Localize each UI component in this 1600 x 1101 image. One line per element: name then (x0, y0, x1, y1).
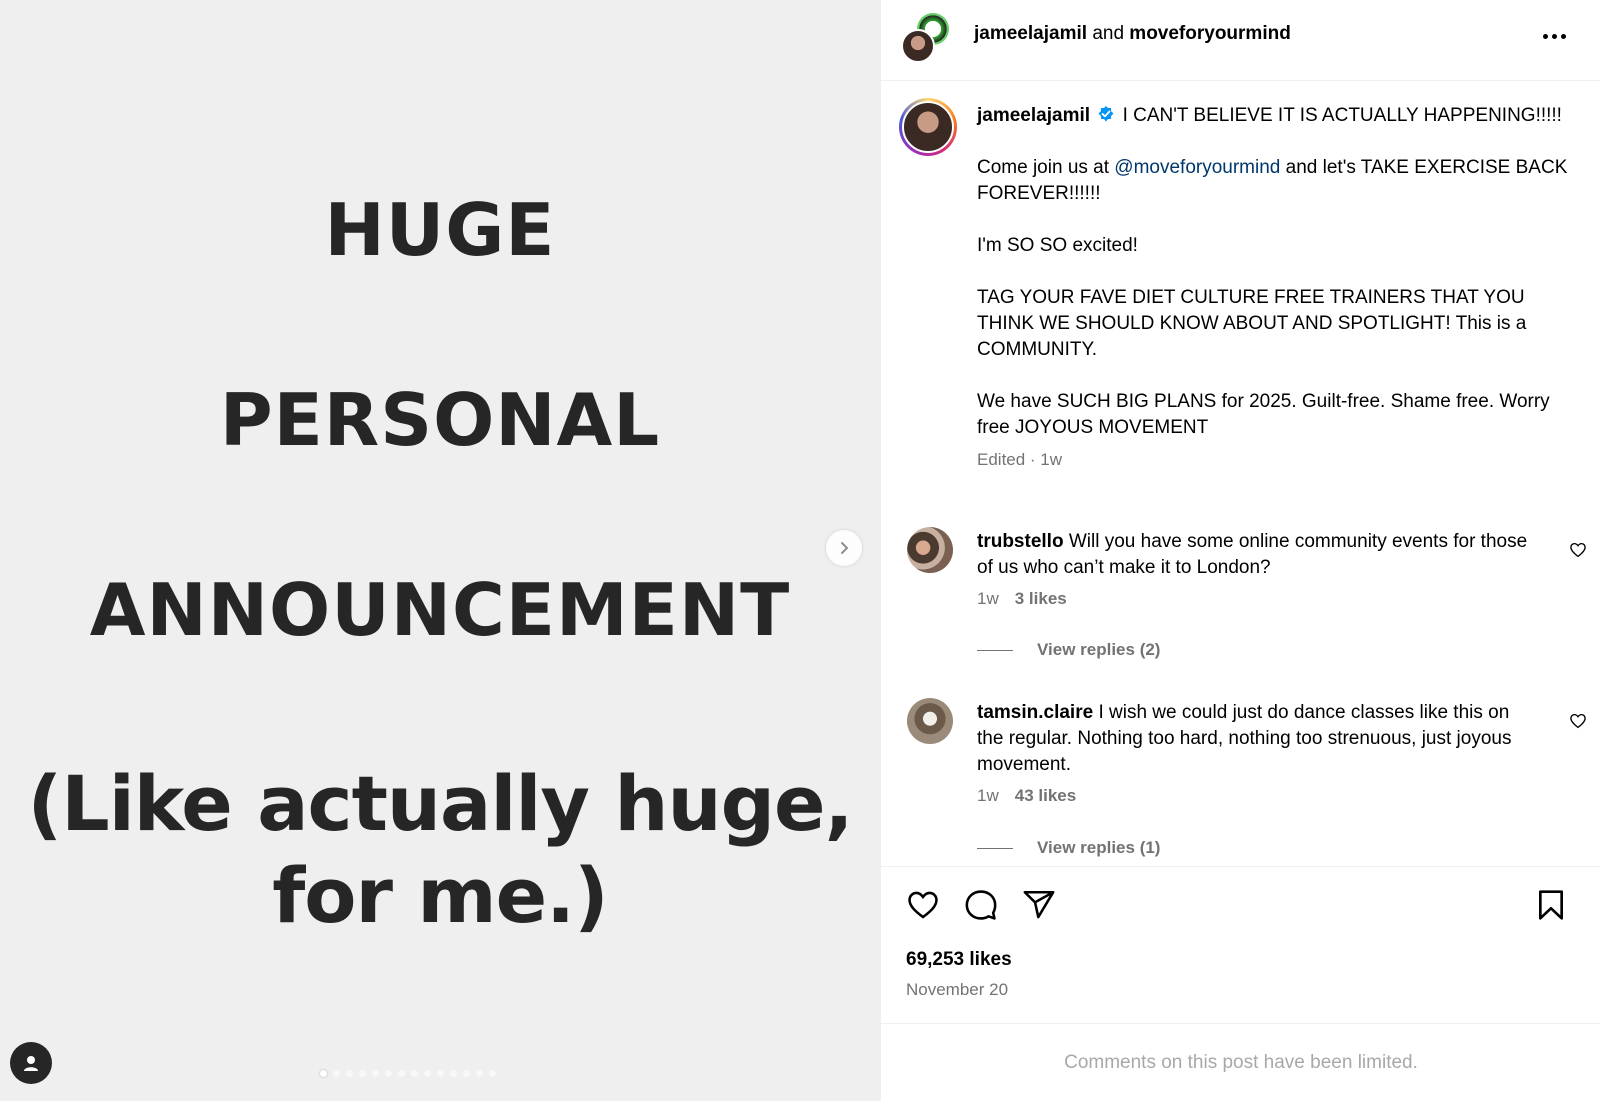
dot-icon (1543, 33, 1548, 39)
carousel-dot (411, 1070, 418, 1077)
comment-age[interactable]: 1w (977, 589, 999, 608)
like-count[interactable]: 69,253 likes (906, 949, 1012, 971)
post-header: jameelajamil and moveforyourmind (881, 0, 1600, 81)
carousel-dot (450, 1070, 457, 1077)
carousel-dot (398, 1070, 405, 1077)
like-button[interactable] (905, 887, 941, 923)
comment-meta: 1w 3 likes (977, 589, 1067, 609)
media-line-4: (Like actually huge, for me.) (0, 758, 880, 942)
bookmark-icon (1539, 890, 1563, 920)
user-icon (24, 1056, 38, 1071)
mention-link[interactable]: @moveforyourmind (1114, 157, 1280, 178)
post-media[interactable]: HUGE PERSONAL ANNOUNCEMENT (Like actuall… (0, 0, 880, 1101)
carousel-dot (424, 1070, 431, 1077)
view-replies-button[interactable]: View replies (2) (977, 640, 1160, 660)
media-line-4b: for me.) (272, 851, 609, 940)
media-line-3: ANNOUNCEMENT (89, 568, 791, 652)
header-usernames: jameelajamil and moveforyourmind (974, 23, 1291, 45)
media-line-2: PERSONAL (219, 378, 661, 462)
carousel-dots (320, 1070, 496, 1077)
media-line-4a: (Like actually huge, (27, 759, 854, 848)
view-replies-label: View replies (1) (1037, 838, 1161, 857)
comment-username[interactable]: trubstello (977, 531, 1064, 552)
replies-divider (977, 649, 1013, 651)
post-sidebar: jameelajamil and moveforyourmind jameela… (880, 0, 1600, 1101)
chevron-right-icon (841, 542, 848, 554)
verified-badge-icon (1098, 106, 1114, 122)
caption-username[interactable]: jameelajamil (977, 105, 1090, 126)
share-button[interactable] (1021, 887, 1057, 923)
comment-avatar[interactable] (907, 698, 953, 744)
heart-icon[interactable] (1569, 712, 1587, 730)
carousel-dot (333, 1070, 340, 1077)
header-conjunction: and (1092, 23, 1125, 44)
action-icons (905, 887, 1057, 923)
comment-icon (965, 890, 997, 920)
caption-avatar[interactable] (899, 98, 957, 156)
carousel-dot (359, 1070, 366, 1077)
comment-body: trubstello Will you have some online com… (977, 529, 1537, 581)
view-replies-button[interactable]: View replies (1) (977, 838, 1160, 858)
heart-icon (908, 891, 938, 919)
carousel-dot (476, 1070, 483, 1077)
caption-meta: Edited · 1w (977, 450, 1063, 469)
send-icon (1023, 890, 1055, 919)
caption-body: jameelajamil I CAN'T BELIEVE IT IS ACTUA… (977, 103, 1577, 473)
collab-avatars[interactable] (901, 13, 953, 63)
comment-age[interactable]: 1w (977, 786, 999, 805)
header-user2-link[interactable]: moveforyourmind (1129, 23, 1291, 44)
carousel-dot (463, 1070, 470, 1077)
comments-limited-notice: Comments on this post have been limited. (881, 1023, 1600, 1101)
carousel-dot (437, 1070, 444, 1077)
more-options-button[interactable] (1543, 26, 1571, 46)
carousel-dot (385, 1070, 392, 1077)
carousel-dot (489, 1070, 496, 1077)
replies-divider (977, 847, 1013, 849)
post-date[interactable]: November 20 (906, 980, 1008, 1000)
caption-paragraph-4: TAG YOUR FAVE DIET CULTURE FREE TRAINERS… (977, 287, 1527, 360)
header-user1-link[interactable]: jameelajamil (974, 23, 1087, 44)
comment-likes[interactable]: 43 likes (1015, 786, 1076, 805)
comment-button[interactable] (963, 887, 999, 923)
avatar-jameelajamil[interactable] (901, 29, 935, 63)
save-button[interactable] (1533, 887, 1569, 923)
next-slide-button[interactable] (826, 530, 862, 566)
comments-scroll-area[interactable]: jameelajamil I CAN'T BELIEVE IT IS ACTUA… (881, 82, 1600, 866)
caption-paragraph-5: We have SUCH BIG PLANS for 2025. Guilt-f… (977, 391, 1550, 438)
comment-meta: 1w 43 likes (977, 786, 1076, 806)
view-replies-label: View replies (2) (1037, 640, 1161, 659)
dot-icon (1561, 33, 1566, 39)
comment-body: tamsin.claire I wish we could just do da… (977, 700, 1537, 778)
heart-icon[interactable] (1569, 541, 1587, 559)
caption-paragraph-3: I'm SO SO excited! (977, 235, 1138, 256)
comment-avatar[interactable] (907, 527, 953, 573)
media-line-1: HUGE (324, 188, 556, 272)
caption-paragraph-2: Come join us at @moveforyourmind and let… (977, 155, 1577, 207)
carousel-dot (346, 1070, 353, 1077)
carousel-dot (372, 1070, 379, 1077)
dot-icon (1552, 33, 1557, 39)
tagged-users-button[interactable] (10, 1042, 52, 1084)
caption-p2-before: Come join us at (977, 157, 1115, 178)
post-actions: 69,253 likes November 20 (881, 866, 1600, 1023)
comment-username[interactable]: tamsin.claire (977, 702, 1093, 723)
comment-likes[interactable]: 3 likes (1015, 589, 1067, 608)
carousel-dot (320, 1070, 327, 1077)
caption-first-line: I CAN'T BELIEVE IT IS ACTUALLY HAPPENING… (1122, 105, 1562, 126)
